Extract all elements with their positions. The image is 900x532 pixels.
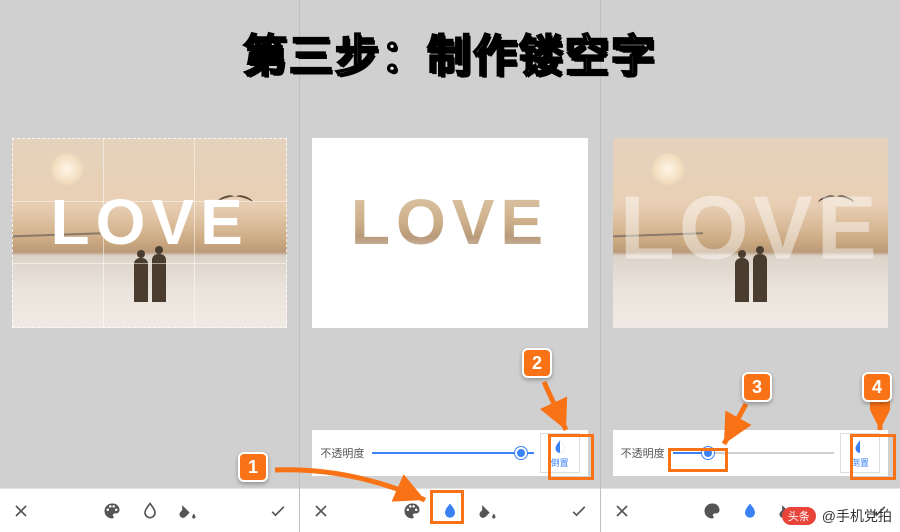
canvas-2[interactable]: LOVE <box>312 138 587 328</box>
highlight-box-3 <box>668 448 728 472</box>
droplet-icon[interactable] <box>739 500 761 522</box>
text-layer-love-ghost[interactable]: LOVE <box>620 178 881 281</box>
text-layer-love[interactable]: LOVE <box>51 185 249 259</box>
close-icon[interactable] <box>10 500 32 522</box>
highlight-box-1 <box>430 490 464 524</box>
annotation-marker-1: 1 <box>238 452 268 482</box>
annotation-arrow-4 <box>870 400 890 436</box>
bucket-icon[interactable] <box>477 500 499 522</box>
person-silhouette <box>134 258 148 302</box>
opacity-slider[interactable] <box>372 443 533 463</box>
canvas-1[interactable]: LOVE <box>12 138 287 328</box>
sun <box>50 152 84 186</box>
opacity-label: 不透明度 <box>320 445 364 461</box>
bucket-icon[interactable] <box>177 500 199 522</box>
watermark-text: @手机党拍 <box>822 506 892 526</box>
canvas-3[interactable]: LOVE <box>613 138 888 328</box>
confirm-icon[interactable] <box>568 500 590 522</box>
text-layer-love-masked[interactable]: LOVE <box>351 185 549 259</box>
watermark: 头条 @手机党拍 <box>782 506 892 526</box>
annotation-arrow-2 <box>536 378 576 438</box>
annotation-marker-4: 4 <box>862 372 892 402</box>
palette-icon[interactable] <box>101 500 123 522</box>
highlight-box-2 <box>548 434 594 480</box>
annotation-marker-2: 2 <box>522 348 552 378</box>
palette-icon[interactable] <box>701 500 723 522</box>
annotation-marker-3: 3 <box>742 372 772 402</box>
highlight-box-4 <box>850 434 896 480</box>
person-silhouette <box>152 254 166 302</box>
opacity-label: 不透明度 <box>621 445 665 461</box>
droplet-icon[interactable] <box>139 500 161 522</box>
toolbar-1 <box>0 488 299 532</box>
annotation-arrow-3 <box>716 400 756 450</box>
tutorial-title: 第三步：制作镂空字 <box>243 20 657 84</box>
watermark-badge: 头条 <box>782 507 816 525</box>
close-icon[interactable] <box>611 500 633 522</box>
annotation-arrow-1 <box>270 462 430 512</box>
